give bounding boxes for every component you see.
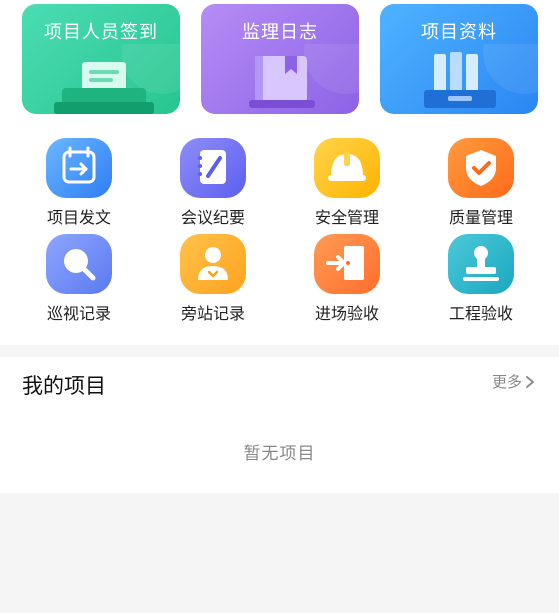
card-title: 监理日志 [242, 22, 318, 43]
grid-item-inspection-record[interactable]: 巡视记录 [29, 234, 129, 324]
grid-item-label: 项目发文 [46, 208, 111, 227]
quality-shield-icon [448, 138, 514, 198]
grid-item-meeting-notes[interactable]: 会议纪要 [163, 138, 263, 228]
entry-door-icon [314, 234, 380, 294]
top-panel: 项目人员签到 监理日志 项目资料 项目发文 会议纪要 安全管理 质量管理 巡视记… [0, 0, 559, 345]
more-label: 更多 [491, 373, 522, 391]
my-projects-section: 我的项目 更多 暂无项目 [0, 357, 559, 493]
grid-item-label: 进场验收 [314, 304, 379, 323]
send-document-icon [46, 138, 112, 198]
card-project-files[interactable]: 项目资料 [380, 4, 538, 114]
printer-icon [54, 44, 180, 114]
book-icon [249, 44, 359, 108]
grid-item-quality-management[interactable]: 质量管理 [431, 138, 531, 228]
section-title: 我的项目 [22, 374, 106, 398]
empty-state-text: 暂无项目 [243, 444, 316, 464]
safety-helmet-icon [314, 138, 380, 198]
chevron-right-icon [526, 375, 534, 388]
feature-cards: 项目人员签到 监理日志 项目资料 [22, 4, 542, 114]
supervisor-person-icon [180, 234, 246, 294]
meeting-notes-icon [180, 138, 246, 198]
grid-item-safety-management[interactable]: 安全管理 [297, 138, 397, 228]
grid-item-label: 工程验收 [448, 304, 513, 323]
more-link[interactable]: 更多 [492, 371, 535, 392]
card-title: 项目人员签到 [44, 22, 158, 43]
grid-item-label: 质量管理 [448, 208, 513, 227]
card-project-checkin[interactable]: 项目人员签到 [22, 4, 180, 114]
grid-item-label: 安全管理 [314, 208, 379, 227]
grid-item-label: 会议纪要 [180, 208, 245, 227]
grid-item-project-acceptance[interactable]: 工程验收 [431, 234, 531, 324]
grid-item-site-entry-acceptance[interactable]: 进场验收 [297, 234, 397, 324]
inspection-search-icon [46, 234, 112, 294]
file-cabinet-icon [424, 44, 538, 108]
grid-item-side-station-record[interactable]: 旁站记录 [163, 234, 263, 324]
card-title: 项目资料 [421, 22, 497, 43]
grid-item-label: 巡视记录 [46, 304, 111, 323]
acceptance-stamp-icon [448, 234, 514, 294]
grid-item-project-dispatch[interactable]: 项目发文 [29, 138, 129, 228]
card-supervision-log[interactable]: 监理日志 [201, 4, 359, 114]
grid-item-label: 旁站记录 [180, 304, 245, 323]
